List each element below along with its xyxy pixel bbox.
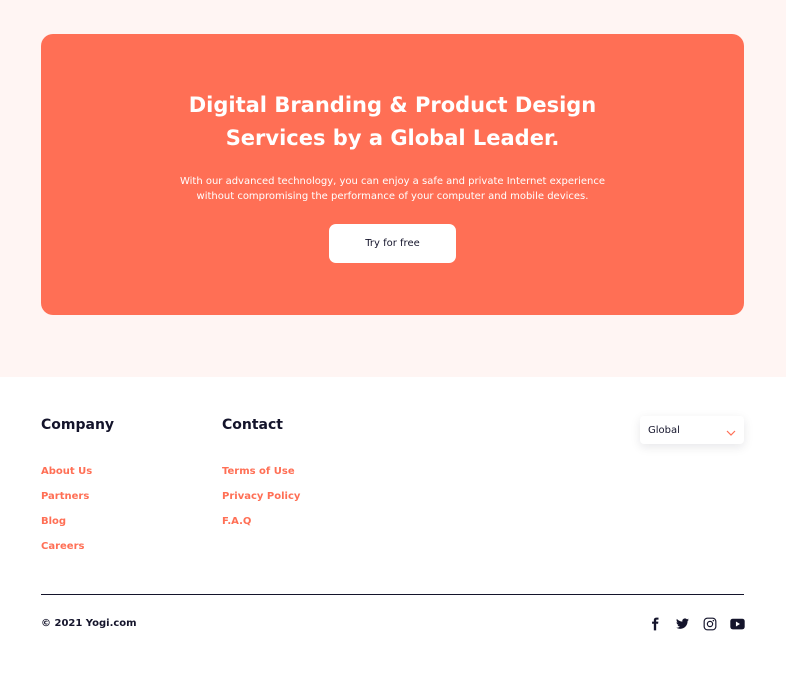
company-heading: Company <box>41 417 115 433</box>
footer-link-blog[interactable]: Blog <box>41 516 66 527</box>
try-for-free-button[interactable]: Try for free <box>329 224 456 263</box>
instagram-icon[interactable] <box>702 616 718 632</box>
region-select[interactable]: Global <box>640 416 744 444</box>
cta-card: Digital Branding & Product Design Servic… <box>41 34 744 315</box>
footer-link-privacy-policy[interactable]: Privacy Policy <box>222 491 300 502</box>
footer-link-partners[interactable]: Partners <box>41 491 89 502</box>
footer-link-careers[interactable]: Careers <box>41 541 84 552</box>
youtube-icon[interactable] <box>729 616 745 632</box>
cta-title: Digital Branding & Product Design Servic… <box>188 93 597 150</box>
twitter-icon[interactable] <box>674 616 690 632</box>
copyright-text: © 2021 Yogi.com <box>41 618 137 629</box>
contact-heading: Contact <box>222 417 283 433</box>
footer-divider <box>41 594 744 595</box>
footer-link-terms-of-use[interactable]: Terms of Use <box>222 466 295 477</box>
footer-company-column: Company About Us Partners Blog Careers <box>41 416 114 562</box>
cta-subtitle: With our advanced technology, you can en… <box>179 176 606 202</box>
facebook-icon[interactable] <box>647 616 663 632</box>
footer-link-faq[interactable]: F.A.Q <box>222 516 251 527</box>
footer-link-about-us[interactable]: About Us <box>41 466 92 477</box>
footer-contact-column: Contact Terms of Use Privacy Policy F.A.… <box>222 416 300 537</box>
contact-links: Terms of Use Privacy Policy F.A.Q <box>222 462 300 537</box>
company-links: About Us Partners Blog Careers <box>41 462 114 562</box>
region-selected-value: Global <box>648 424 680 436</box>
cta-section: Digital Branding & Product Design Servic… <box>0 0 786 377</box>
chevron-down-icon <box>726 421 736 440</box>
